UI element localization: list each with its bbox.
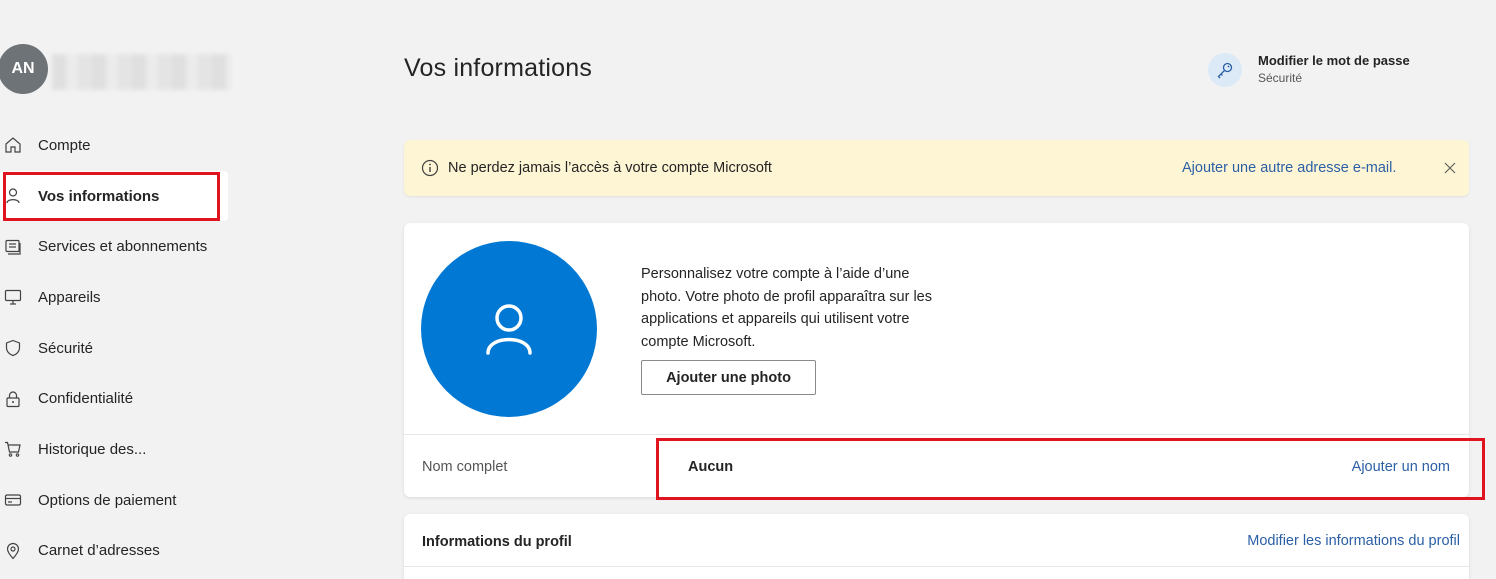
person-icon	[6, 188, 20, 204]
sidebar-item-vos-informations[interactable]: Vos informations	[0, 170, 228, 222]
card-icon	[4, 494, 22, 506]
avatar[interactable]: AN	[0, 44, 48, 94]
sidebar-item-carnet-adresses[interactable]: Carnet d’adresses	[0, 526, 230, 577]
sidebar-item-label: Compte	[38, 136, 91, 154]
sidebar-item-label: Confidentialité	[38, 390, 134, 408]
sidebar-item-label: Sécurité	[38, 339, 94, 357]
add-name-link[interactable]: Ajouter un nom	[1352, 459, 1450, 475]
sidebar-item-services[interactable]: Services et abonnements	[0, 221, 230, 272]
sidebar-item-label: Options de paiement	[38, 491, 177, 509]
lock-icon	[6, 391, 20, 407]
banner-message: Ne perdez jamais l’accès à votre compte …	[448, 160, 772, 176]
key-icon	[1208, 52, 1242, 87]
change-password-link[interactable]: Modifier le mot de passe Sécurité	[1208, 52, 1410, 87]
user-name-redacted	[52, 54, 232, 90]
full-name-value: Aucun	[688, 459, 734, 475]
sidebar-item-compte[interactable]: Compte	[0, 120, 230, 171]
subscriptions-icon	[5, 239, 21, 255]
profile-info-card: Informations du profil Modifier les info…	[404, 514, 1469, 579]
add-photo-button[interactable]: Ajouter une photo	[641, 360, 816, 395]
sidebar-item-label: Historique des...	[38, 440, 147, 458]
full-name-label: Nom complet	[422, 459, 508, 475]
sidebar-item-confidentialite[interactable]: Confidentialité	[0, 373, 230, 424]
sidebar-item-paiement[interactable]: Options de paiement	[0, 475, 230, 526]
sidebar-item-label: Vos informations	[38, 187, 160, 205]
page-title: Vos informations	[404, 54, 593, 82]
sidebar-item-historique[interactable]: Historique des...	[0, 424, 230, 475]
edit-profile-info-link[interactable]: Modifier les informations du profil	[1247, 533, 1460, 549]
close-icon[interactable]	[1443, 161, 1457, 175]
cart-icon	[5, 442, 21, 458]
divider	[404, 434, 1469, 435]
photo-description: Personnalisez votre compte à l’aide d’un…	[641, 266, 932, 350]
sidebar-item-label: Appareils	[38, 288, 101, 306]
home-icon	[5, 137, 21, 153]
sidebar-item-securite[interactable]: Sécurité	[0, 323, 230, 374]
change-password-title: Modifier le mot de passe	[1258, 53, 1410, 68]
profile-info-title: Informations du profil	[422, 534, 572, 550]
sidebar-nav: Compte Vos informations Services et abon…	[0, 120, 230, 576]
info-banner: Ne perdez jamais l’accès à votre compte …	[404, 140, 1469, 196]
sidebar-item-label: Carnet d’adresses	[38, 542, 160, 560]
shield-icon	[5, 339, 21, 357]
monitor-icon	[4, 290, 22, 306]
sidebar-item-label: Services et abonnements	[38, 238, 208, 256]
person-icon	[486, 304, 532, 355]
sidebar-item-appareils[interactable]: Appareils	[0, 272, 230, 323]
change-password-subtitle: Sécurité	[1258, 71, 1303, 85]
add-email-link[interactable]: Ajouter une autre adresse e-mail.	[1182, 160, 1396, 176]
profile-card: Personnalisez votre compte à l’aide d’un…	[404, 223, 1469, 497]
info-icon	[421, 159, 439, 177]
profile-photo[interactable]	[421, 241, 597, 417]
location-icon	[6, 542, 20, 560]
divider	[404, 566, 1469, 567]
